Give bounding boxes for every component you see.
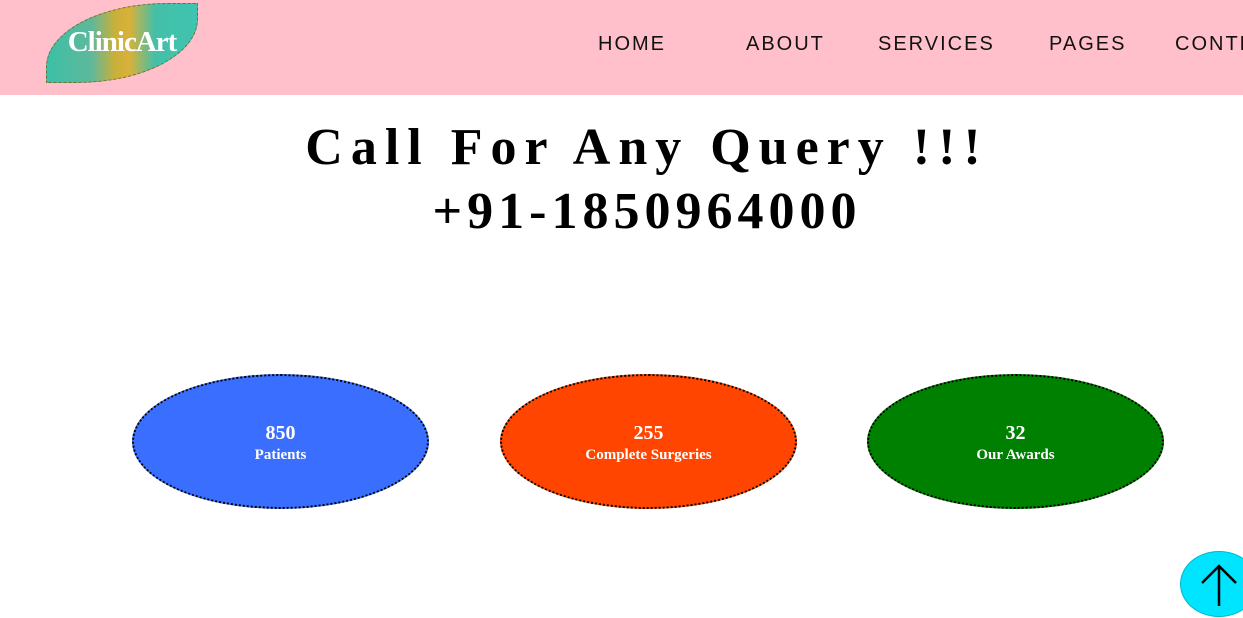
arrow-up-icon <box>1201 564 1237 606</box>
phone-number: +91-1850964000 <box>432 183 862 240</box>
nav-item-home[interactable]: HOME <box>598 33 666 56</box>
nav-item-about[interactable]: ABOUT <box>746 33 825 56</box>
stat-patients: 850 Patients <box>132 374 429 509</box>
nav-item-contact[interactable]: CONTE <box>1175 33 1243 56</box>
stat-label: Complete Surgeries <box>585 447 712 463</box>
scroll-to-top-button[interactable] <box>1180 551 1243 617</box>
site-header: ClinicArt HOME ABOUT SERVICES PAGES CONT… <box>0 0 1243 95</box>
nav-item-pages[interactable]: PAGES <box>1049 33 1126 56</box>
stat-label: Patients <box>254 447 307 463</box>
logo[interactable]: ClinicArt <box>46 3 198 83</box>
stat-surgeries: 255 Complete Surgeries <box>500 374 797 509</box>
nav-item-services[interactable]: SERVICES <box>878 33 995 56</box>
stat-awards: 32 Our Awards <box>867 374 1164 509</box>
logo-text: ClinicArt <box>67 26 178 58</box>
call-query-heading: Call For Any Query !!! +91-1850964000 <box>0 116 1243 244</box>
stat-value: 255 <box>633 422 664 444</box>
heading-line: Call For Any Query !!! <box>305 119 989 176</box>
stat-value: 850 <box>265 422 296 444</box>
stat-label: Our Awards <box>976 447 1055 463</box>
stat-value: 32 <box>1005 422 1026 444</box>
